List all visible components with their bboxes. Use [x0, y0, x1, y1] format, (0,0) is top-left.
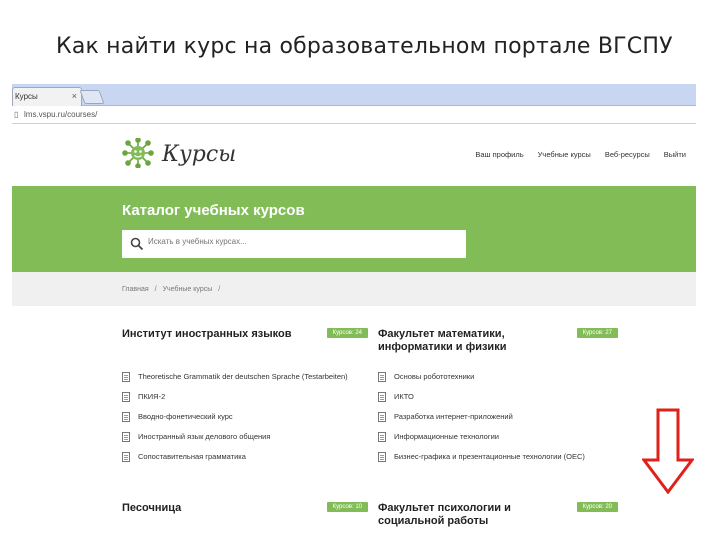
nav-courses[interactable]: Учебные курсы — [538, 150, 591, 159]
nav-logout[interactable]: Выйти — [664, 150, 686, 159]
faculty-title[interactable]: Песочница — [122, 502, 312, 515]
faculty-block: Институт иностранных языков Курсов: 24 T… — [122, 328, 368, 472]
course-link[interactable]: Вводно-фонетический курс — [138, 412, 233, 422]
course-link[interactable]: Иностранный язык делового общения — [138, 432, 270, 442]
document-icon — [378, 432, 386, 442]
faculty-block: Факультет математики, информатики и физи… — [378, 328, 618, 472]
logo-text[interactable]: Курсы — [162, 142, 236, 167]
hero-banner: Каталог учебных курсов — [12, 186, 696, 272]
course-link[interactable]: Сопоставительная грамматика — [138, 452, 246, 462]
faculty-header: Факультет математики, информатики и физи… — [378, 328, 618, 362]
course-count-badge: Курсов: 20 — [576, 502, 618, 512]
url-text: lms.vspu.ru/courses/ — [24, 110, 98, 119]
document-icon — [122, 452, 130, 462]
search-box[interactable] — [122, 230, 466, 258]
breadcrumb-separator: / — [218, 286, 221, 293]
faculty-header: Факультет психологии и социальной работы… — [378, 502, 618, 536]
document-icon — [378, 452, 386, 462]
virus-logo-icon[interactable] — [122, 138, 154, 168]
slide-title: Как найти курс на образовательном портал… — [56, 34, 673, 59]
site-header: Курсы Ваш профиль Учебные курсы Веб-ресу… — [12, 124, 696, 186]
course-link[interactable]: Бизнес-графика и презентационные техноло… — [394, 452, 585, 462]
breadcrumb-home[interactable]: Главная — [122, 286, 149, 293]
page-icon: ▯ — [14, 110, 19, 119]
course-list: Основы робототехники ИКТО Разработка инт… — [378, 372, 614, 462]
catalog-title: Каталог учебных курсов — [122, 202, 305, 219]
nav-web-resources[interactable]: Веб-ресурсы — [605, 150, 650, 159]
tab-courses[interactable]: Курсы × — [12, 87, 82, 106]
list-item[interactable]: Бизнес-графика и презентационные техноло… — [378, 452, 614, 462]
list-item[interactable]: ПКИЯ-2 — [122, 392, 358, 402]
faculty-header: Песочница Курсов: 10 — [122, 502, 368, 536]
breadcrumb: Главная / Учебные курсы / — [122, 286, 220, 293]
faculty-block: Песочница Курсов: 10 — [122, 502, 368, 536]
document-icon — [378, 372, 386, 382]
down-arrow-icon — [642, 408, 694, 494]
nav-profile[interactable]: Ваш профиль — [475, 150, 523, 159]
document-icon — [378, 392, 386, 402]
tab-label: Курсы — [15, 92, 38, 101]
list-item[interactable]: Theoretische Grammatik der deutschen Spr… — [122, 372, 358, 382]
document-icon — [122, 432, 130, 442]
faculty-title[interactable]: Факультет математики, информатики и физи… — [378, 328, 568, 354]
document-icon — [378, 412, 386, 422]
course-count-badge: Курсов: 24 — [326, 328, 368, 338]
faculty-header: Институт иностранных языков Курсов: 24 — [122, 328, 368, 362]
new-tab-button[interactable] — [79, 90, 105, 104]
list-item[interactable]: Основы робототехники — [378, 372, 614, 382]
search-icon — [130, 237, 144, 251]
tab-bar: Курсы × — [12, 84, 696, 106]
faculty-block: Факультет психологии и социальной работы… — [378, 502, 618, 536]
list-item[interactable]: Сопоставительная грамматика — [122, 452, 358, 462]
course-link[interactable]: Основы робототехники — [394, 372, 474, 382]
course-link[interactable]: ПКИЯ-2 — [138, 392, 165, 402]
list-item[interactable]: Информационные технологии — [378, 432, 614, 442]
course-link[interactable]: ИКТО — [394, 392, 414, 402]
course-link[interactable]: Информационные технологии — [394, 432, 499, 442]
document-icon — [122, 412, 130, 422]
faculty-title[interactable]: Факультет психологии и социальной работы — [378, 502, 568, 528]
breadcrumb-separator: / — [154, 286, 157, 293]
breadcrumb-bar: Главная / Учебные курсы / — [12, 272, 696, 306]
list-item[interactable]: Разработка интернет-приложений — [378, 412, 614, 422]
top-nav: Ваш профиль Учебные курсы Веб-ресурсы Вы… — [475, 150, 686, 159]
browser-window: Курсы × ▯ lms.vspu.ru/courses/ Курсы Ваш… — [12, 84, 696, 540]
faculty-grid: Институт иностранных языков Курсов: 24 T… — [12, 306, 696, 526]
list-item[interactable]: Иностранный язык делового общения — [122, 432, 358, 442]
faculty-title[interactable]: Институт иностранных языков — [122, 328, 312, 341]
close-icon[interactable]: × — [72, 91, 77, 101]
course-list: Theoretische Grammatik der deutschen Spr… — [122, 372, 358, 462]
document-icon — [122, 372, 130, 382]
course-count-badge: Курсов: 10 — [326, 502, 368, 512]
search-input[interactable] — [148, 237, 448, 246]
list-item[interactable]: ИКТО — [378, 392, 614, 402]
document-icon — [122, 392, 130, 402]
course-link[interactable]: Разработка интернет-приложений — [394, 412, 513, 422]
breadcrumb-courses[interactable]: Учебные курсы — [163, 286, 213, 293]
course-count-badge: Курсов: 27 — [576, 328, 618, 338]
address-bar[interactable]: ▯ lms.vspu.ru/courses/ — [12, 106, 696, 124]
list-item[interactable]: Вводно-фонетический курс — [122, 412, 358, 422]
course-link[interactable]: Theoretische Grammatik der deutschen Spr… — [138, 372, 348, 382]
